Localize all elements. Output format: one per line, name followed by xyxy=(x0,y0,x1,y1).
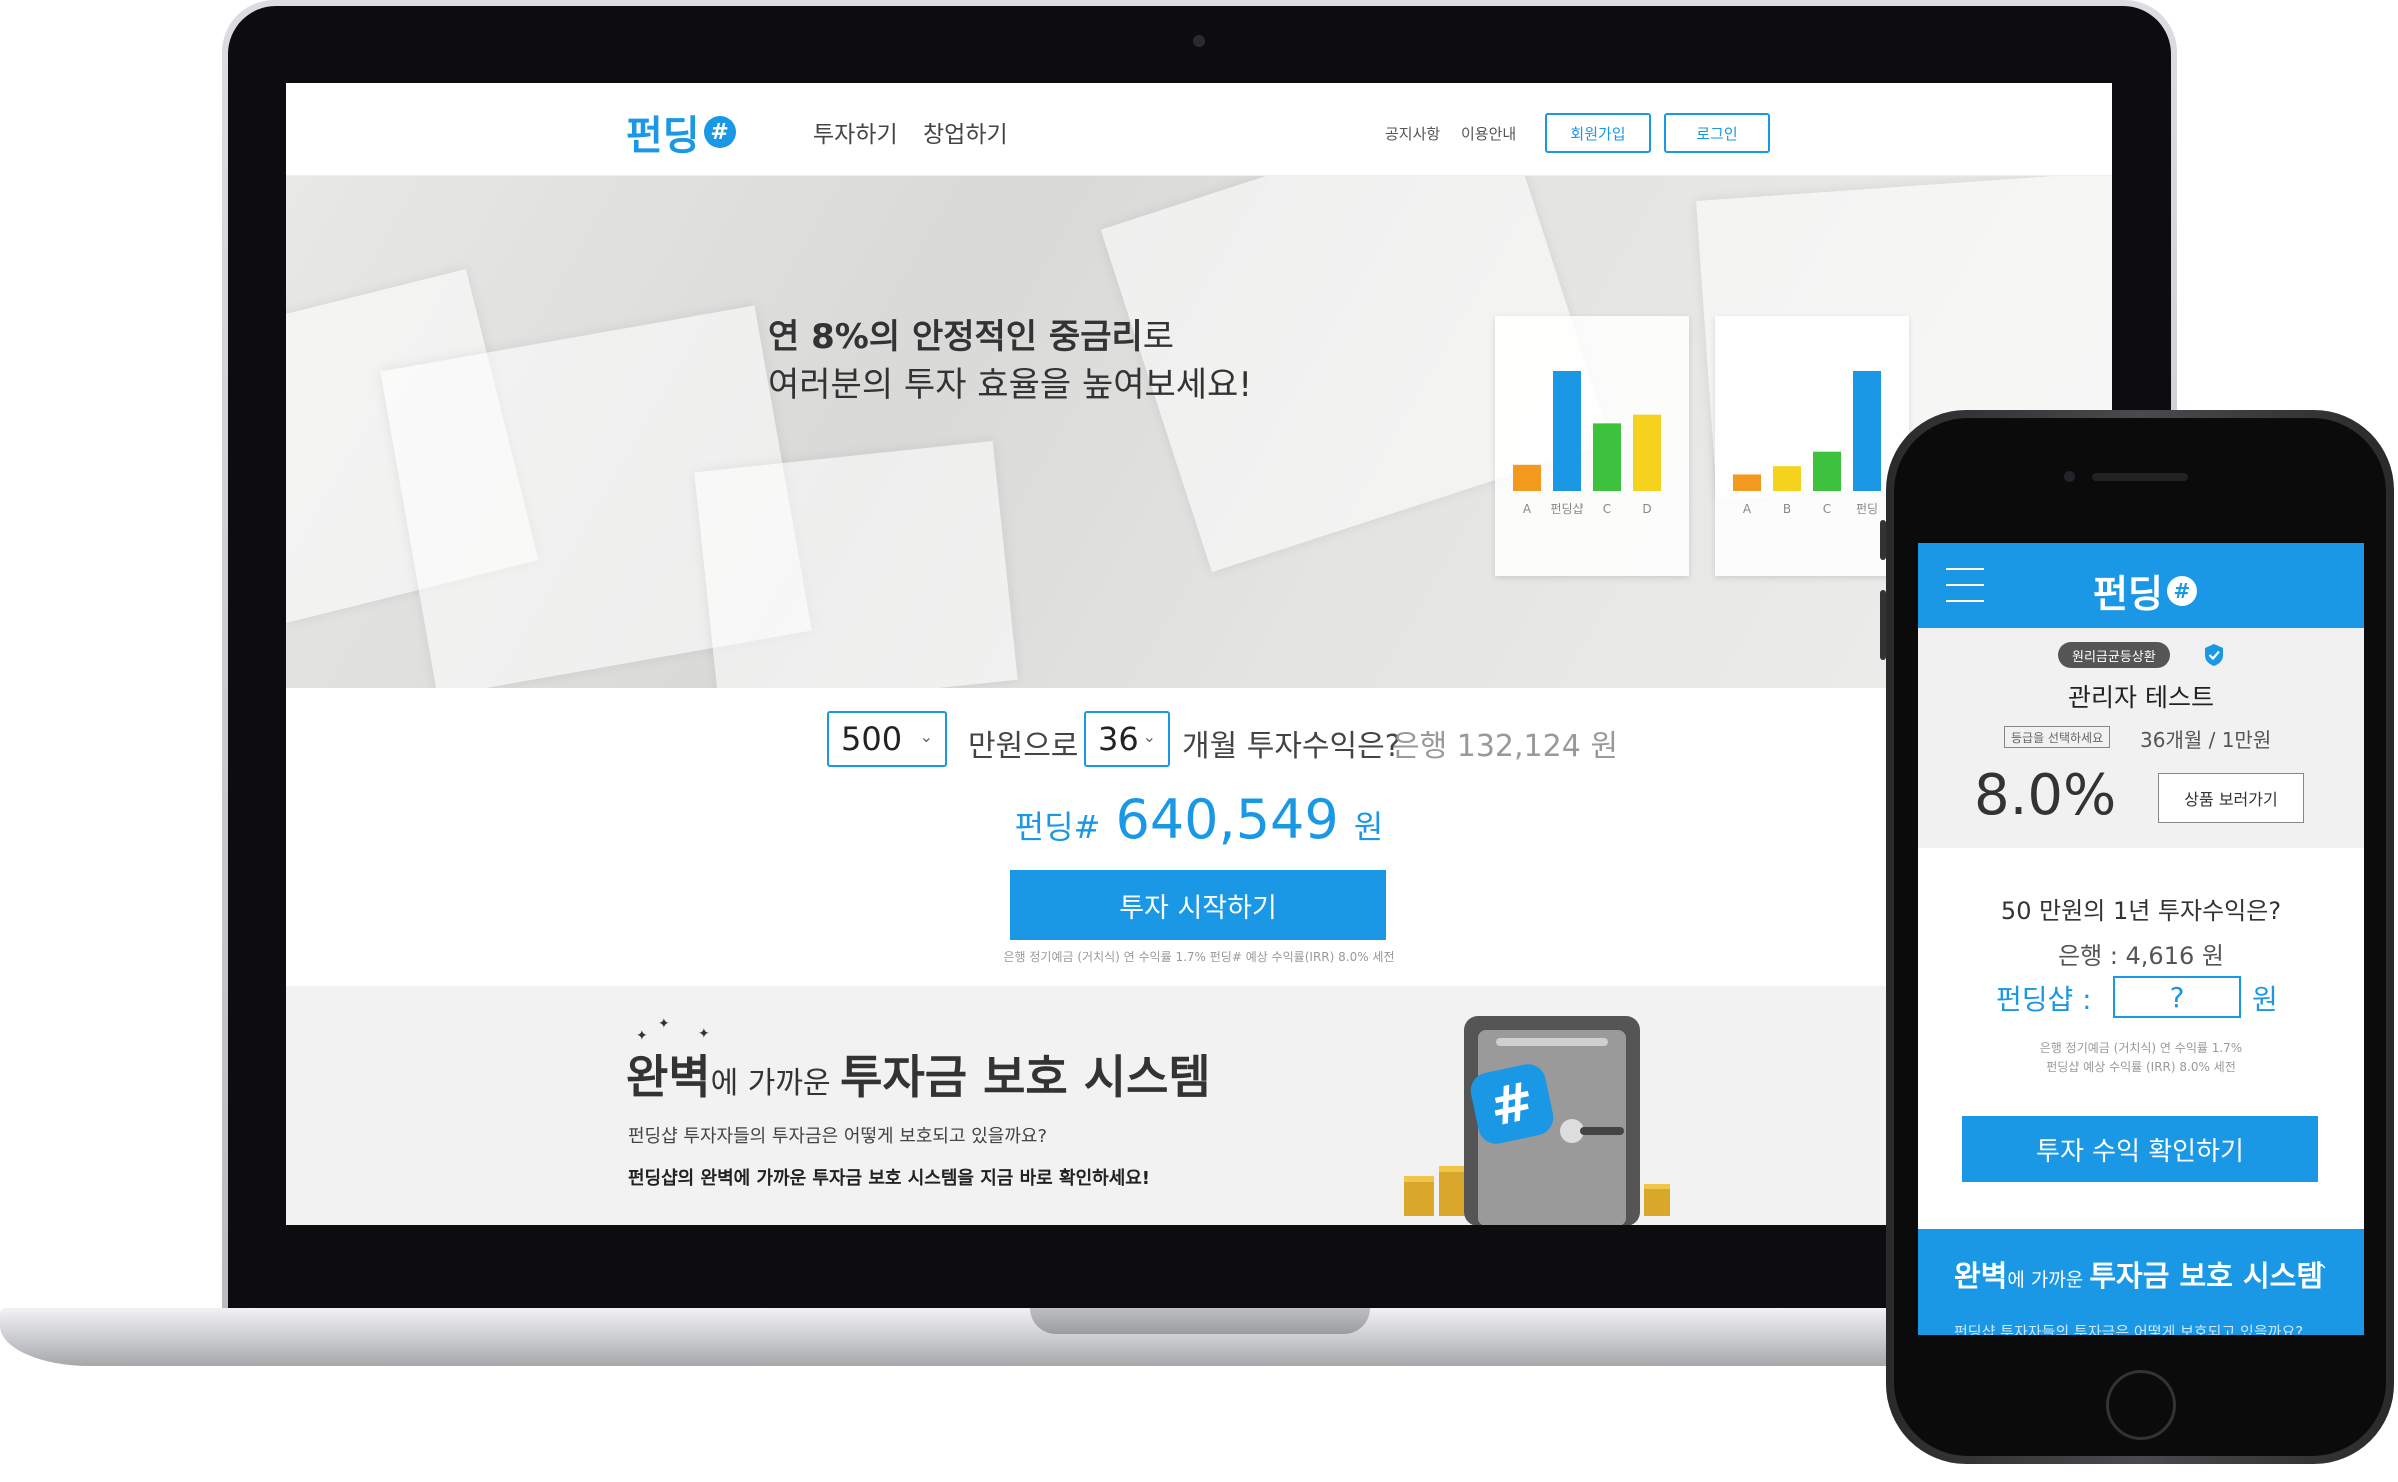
guide-link[interactable]: 이용안내 xyxy=(1461,123,1516,144)
amount-value: 500 xyxy=(841,720,903,758)
phone-camera xyxy=(2064,471,2075,482)
hero-headline: 연 8%의 안정적인 중금리로 여러분의 투자 효율을 높여보세요! xyxy=(768,313,1252,409)
chart-bar xyxy=(1593,423,1621,491)
start-invest-button[interactable]: 투자 시작하기 xyxy=(1010,870,1386,940)
mobile-protection-title: 완벽에 가까운 투자금 보호 시스템 xyxy=(1954,1253,2323,1295)
mobile-protection-b: 에 가까운 xyxy=(2007,1269,2090,1291)
mobile-protection-section[interactable]: 완벽에 가까운 투자금 보호 시스템 ⌃ 펀딩샵 투자자들의 투자금은 어떻게 … xyxy=(1918,1229,2364,1335)
fund-return: 펀딩# 640,549 원 xyxy=(286,788,2112,851)
chart-bar xyxy=(1733,474,1761,491)
mobile-fund-label: 펀딩샵 : xyxy=(1996,983,2092,1016)
protection-section: ✦ ✦ ✦ 완벽에 가까운 투자금 보호 시스템 펀딩샵 투자자들의 투자금은 … xyxy=(286,986,2112,1225)
hash-icon: # xyxy=(703,116,736,148)
mobile-disclaimer: 은행 정기예금 (거치식) 연 수익률 1.7% 펀딩샵 예상 수익률 (IRR… xyxy=(1918,1039,2364,1077)
laptop-notch xyxy=(1030,1308,1370,1334)
mobile-protection-a: 완벽 xyxy=(1954,1259,2008,1293)
phone-speaker xyxy=(2092,473,2188,481)
hero-line2: 여러분의 투자 효율을 높여보세요! xyxy=(768,365,1252,405)
desktop-screen: 펀딩 # 투자하기 창업하기 공지사항 이용안내 회원가입 로그인 연 8%의 … xyxy=(286,83,2112,1225)
fund-return-prefix: 펀딩# xyxy=(1014,808,1101,846)
chart-bar xyxy=(1853,371,1881,491)
mobile-header: 펀딩 # xyxy=(1918,543,2364,628)
login-button[interactable]: 로그인 xyxy=(1664,113,1770,153)
logo-text: 펀딩 xyxy=(2093,572,2163,616)
check-return-button[interactable]: 투자 수익 확인하기 xyxy=(1962,1116,2318,1182)
chart-tick-label: 펀딩샵 xyxy=(1550,502,1583,516)
nav-startup[interactable]: 창업하기 xyxy=(923,115,1008,149)
comparison-chart-1: A 펀딩샵 C D xyxy=(1495,316,1689,576)
logo-text: 펀딩 xyxy=(626,113,700,159)
mobile-disclaimer-line: 은행 정기예금 (거치식) 연 수익률 1.7% xyxy=(2039,1041,2243,1055)
chevron-down-icon: ⌄ xyxy=(919,727,933,746)
chart-bar xyxy=(1513,464,1541,491)
chart-tick-label: C xyxy=(1603,502,1611,516)
chart-tick-label: C xyxy=(1823,502,1831,516)
hero-banner: 연 8%의 안정적인 중금리로 여러분의 투자 효율을 높여보세요! A 펀딩샵 C… xyxy=(286,176,2112,688)
shield-icon xyxy=(2205,644,2223,666)
mobile-fund-input[interactable]: ? xyxy=(2113,976,2241,1018)
mobile-disclaimer-line: 펀딩샵 예상 수익률 (IRR) 8.0% 세전 xyxy=(2046,1060,2236,1074)
background-paper xyxy=(694,440,1018,688)
protection-title-c: 투자금 보호 시스템 xyxy=(840,1050,1211,1104)
protection-title-b: 에 가까운 xyxy=(710,1066,841,1101)
chart-tick-label: D xyxy=(1642,502,1651,516)
signup-button[interactable]: 회원가입 xyxy=(1545,113,1651,153)
site-header: 펀딩 # 투자하기 창업하기 공지사항 이용안내 회원가입 로그인 xyxy=(286,83,2112,176)
fund-return-value: 640,549 xyxy=(1115,788,1339,851)
months-value: 36 xyxy=(1098,720,1139,758)
repayment-badge: 원리금균등상환 xyxy=(2058,642,2170,668)
chart-tick-label: A xyxy=(1743,502,1752,516)
coin-stack-icon xyxy=(1644,1184,1670,1216)
chart-tick-label: B xyxy=(1783,502,1791,516)
mobile-fund-unit: 원 xyxy=(2252,983,2278,1016)
chart-bar xyxy=(1813,451,1841,491)
mobile-protection-subtitle: 펀딩샵 투자자들의 투자금은 어떻게 보호되고 있을까요? xyxy=(1954,1323,2304,1335)
months-suffix: 개월 투자수익은? xyxy=(1182,729,1401,764)
phone-home-button xyxy=(2106,1370,2176,1440)
fund-return-unit: 원 xyxy=(1353,808,1384,846)
chart-tick-label: A xyxy=(1523,502,1532,516)
nav-invest[interactable]: 투자하기 xyxy=(813,115,898,149)
chart-bar xyxy=(1553,371,1581,491)
protection-title-a: 완벽 xyxy=(626,1050,711,1104)
product-name: 관리자 테스트 xyxy=(2068,683,2214,712)
chart-bar xyxy=(1633,414,1661,491)
protection-subtitle: 펀딩샵 투자자들의 투자금은 어떻게 보호되고 있을까요? xyxy=(628,1126,1048,1147)
laptop-camera xyxy=(1193,35,1205,47)
safe-illustration: # xyxy=(1404,1016,1670,1225)
product-rate: 8.0% xyxy=(1974,763,2117,828)
hash-icon: # xyxy=(2166,575,2197,606)
chart-bar xyxy=(1773,466,1801,491)
mobile-screen: 펀딩 # 원리금균등상환 관리자 테스트 등급을 선택하세요 36개월 / 1만… xyxy=(1918,543,2364,1335)
mobile-bank-return: 은행 : 4,616 원 xyxy=(2058,942,2224,970)
return-calculator: 500 ⌄ 만원으로 36 ⌄ 개월 투자수익은? 은행 132,124 원 xyxy=(286,711,2112,771)
notice-link[interactable]: 공지사항 xyxy=(1385,123,1440,144)
mobile-logo[interactable]: 펀딩 # xyxy=(2093,563,2197,618)
protection-cta-text[interactable]: 펀딩샵의 완벽에 가까운 투자금 보호 시스템을 지금 바로 확인하세요! xyxy=(628,1164,1150,1190)
bank-return: 은행 132,124 원 xyxy=(1392,729,1618,764)
bar-chart-svg: A 펀딩샵 C D xyxy=(1513,371,1661,516)
sparkle-icon: ✦ xyxy=(658,1016,670,1032)
sparkle-icon: ✦ xyxy=(698,1026,710,1042)
view-product-button[interactable]: 상품 보러가기 xyxy=(2158,773,2304,823)
return-disclaimer: 은행 정기예금 (거치식) 연 수익률 1.7% 펀딩# 예상 수익률(IRR)… xyxy=(1003,950,1395,964)
chart-tick-label: 펀딩 xyxy=(1856,502,1878,516)
mobile-question: 50 만원의 1년 투자수익은? xyxy=(2000,897,2282,925)
grade-select[interactable]: 등급을 선택하세요 xyxy=(2004,726,2111,748)
chevron-down-icon: ⌄ xyxy=(1142,727,1156,746)
months-select[interactable]: 36 ⌄ xyxy=(1084,711,1170,767)
product-card: 원리금균등상환 관리자 테스트 등급을 선택하세요 36개월 / 1만원 8.0… xyxy=(1918,628,2364,848)
mobile-protection-c: 투자금 보호 시스템 xyxy=(2089,1259,2324,1293)
amount-select[interactable]: 500 ⌄ xyxy=(827,711,947,767)
protection-title: 완벽에 가까운 투자금 보호 시스템 xyxy=(626,1041,1211,1107)
site-logo[interactable]: 펀딩 # xyxy=(626,103,736,161)
hero-line1-bold: 연 8%의 안정적인 중금리 xyxy=(768,317,1143,357)
menu-icon[interactable] xyxy=(1946,568,1984,602)
hero-line1-tail: 로 xyxy=(1142,317,1175,357)
chevron-up-icon[interactable]: ⌃ xyxy=(2314,1261,2329,1282)
product-terms: 36개월 / 1만원 xyxy=(2140,728,2272,752)
coin-stack-icon xyxy=(1404,1176,1434,1216)
amount-suffix: 만원으로 xyxy=(968,729,1079,764)
